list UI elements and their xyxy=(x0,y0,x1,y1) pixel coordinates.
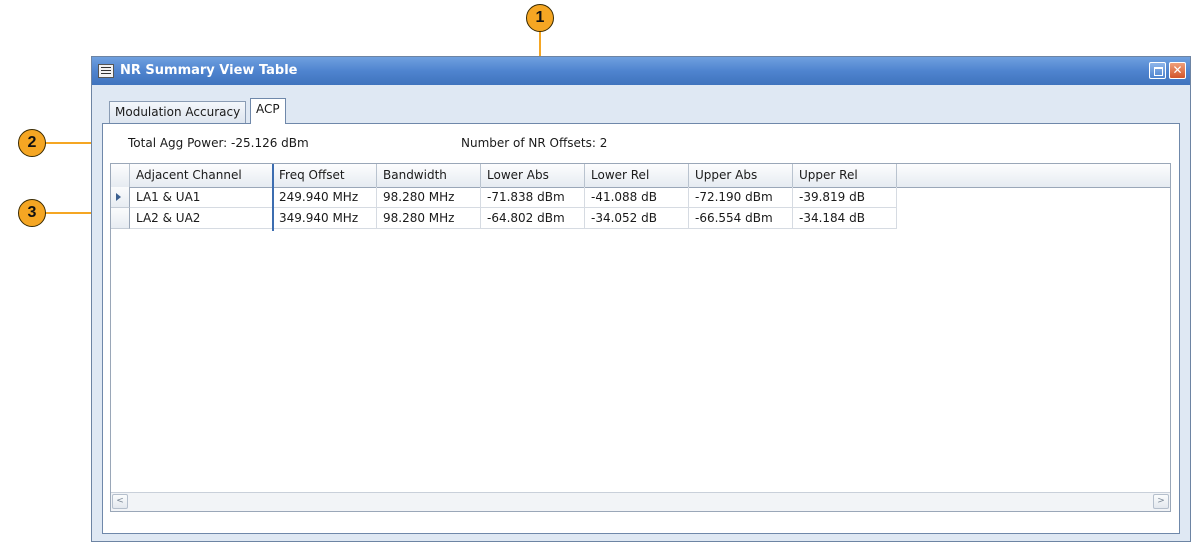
cell-freq-offset: 349.940 MHz xyxy=(273,208,377,229)
column-header-freq-offset[interactable]: Freq Offset xyxy=(273,164,377,187)
cell-upper-abs: -66.554 dBm xyxy=(689,208,793,229)
cell-lower-abs: -71.838 dBm xyxy=(481,187,585,208)
cell-freq-offset: 249.940 MHz xyxy=(273,187,377,208)
column-header-lower-rel[interactable]: Lower Rel xyxy=(585,164,689,187)
scroll-left-button[interactable]: < xyxy=(112,494,128,509)
column-header-adjacent-channel[interactable]: Adjacent Channel xyxy=(130,164,273,187)
cell-lower-rel: -34.052 dB xyxy=(585,208,689,229)
tab-acp[interactable]: ACP xyxy=(250,98,286,124)
window-title: NR Summary View Table xyxy=(120,63,298,78)
horizontal-scrollbar[interactable]: < > xyxy=(111,492,1170,511)
callout-2-badge: 2 xyxy=(18,129,46,157)
cell-adjacent-channel: LA2 & UA2 xyxy=(130,208,273,229)
nr-summary-window: NR Summary View Table ✕ Modulation Accur… xyxy=(91,56,1191,542)
title-bar[interactable]: NR Summary View Table ✕ xyxy=(92,57,1190,85)
cell-bandwidth: 98.280 MHz xyxy=(377,187,481,208)
row-header-corner xyxy=(111,164,130,187)
cell-upper-abs: -72.190 dBm xyxy=(689,187,793,208)
tab-modulation-accuracy[interactable]: Modulation Accuracy xyxy=(109,101,247,123)
table-header: Adjacent Channel Freq Offset Bandwidth L… xyxy=(111,164,1170,188)
number-of-nr-offsets: Number of NR Offsets: 2 xyxy=(461,136,608,150)
callout-1-badge: 1 xyxy=(526,4,554,32)
cell-bandwidth: 98.280 MHz xyxy=(377,208,481,229)
column-header-upper-abs[interactable]: Upper Abs xyxy=(689,164,793,187)
column-header-upper-rel[interactable]: Upper Rel xyxy=(793,164,897,187)
cell-adjacent-channel: LA1 & UA1 xyxy=(130,187,273,208)
total-agg-power: Total Agg Power: -25.126 dBm xyxy=(128,136,309,150)
scroll-right-button[interactable]: > xyxy=(1153,494,1169,509)
frozen-column-divider xyxy=(272,164,274,231)
column-header-bandwidth[interactable]: Bandwidth xyxy=(377,164,481,187)
table-row[interactable]: LA2 & UA2 349.940 MHz 98.280 MHz -64.802… xyxy=(111,208,897,229)
callout-3-badge: 3 xyxy=(18,199,46,227)
column-header-lower-abs[interactable]: Lower Abs xyxy=(481,164,585,187)
row-selector[interactable] xyxy=(111,208,130,229)
cell-upper-rel: -39.819 dB xyxy=(793,187,897,208)
table-row[interactable]: LA1 & UA1 249.940 MHz 98.280 MHz -71.838… xyxy=(111,187,897,208)
cell-upper-rel: -34.184 dB xyxy=(793,208,897,229)
row-selector[interactable] xyxy=(111,187,130,208)
close-button[interactable]: ✕ xyxy=(1169,62,1186,79)
table-view-icon xyxy=(98,64,114,78)
acp-panel: Total Agg Power: -25.126 dBm Number of N… xyxy=(102,123,1180,534)
cell-lower-rel: -41.088 dB xyxy=(585,187,689,208)
current-row-arrow-icon xyxy=(116,193,121,201)
restore-button[interactable] xyxy=(1149,62,1166,79)
acp-results-table: Adjacent Channel Freq Offset Bandwidth L… xyxy=(110,163,1171,512)
cell-lower-abs: -64.802 dBm xyxy=(481,208,585,229)
